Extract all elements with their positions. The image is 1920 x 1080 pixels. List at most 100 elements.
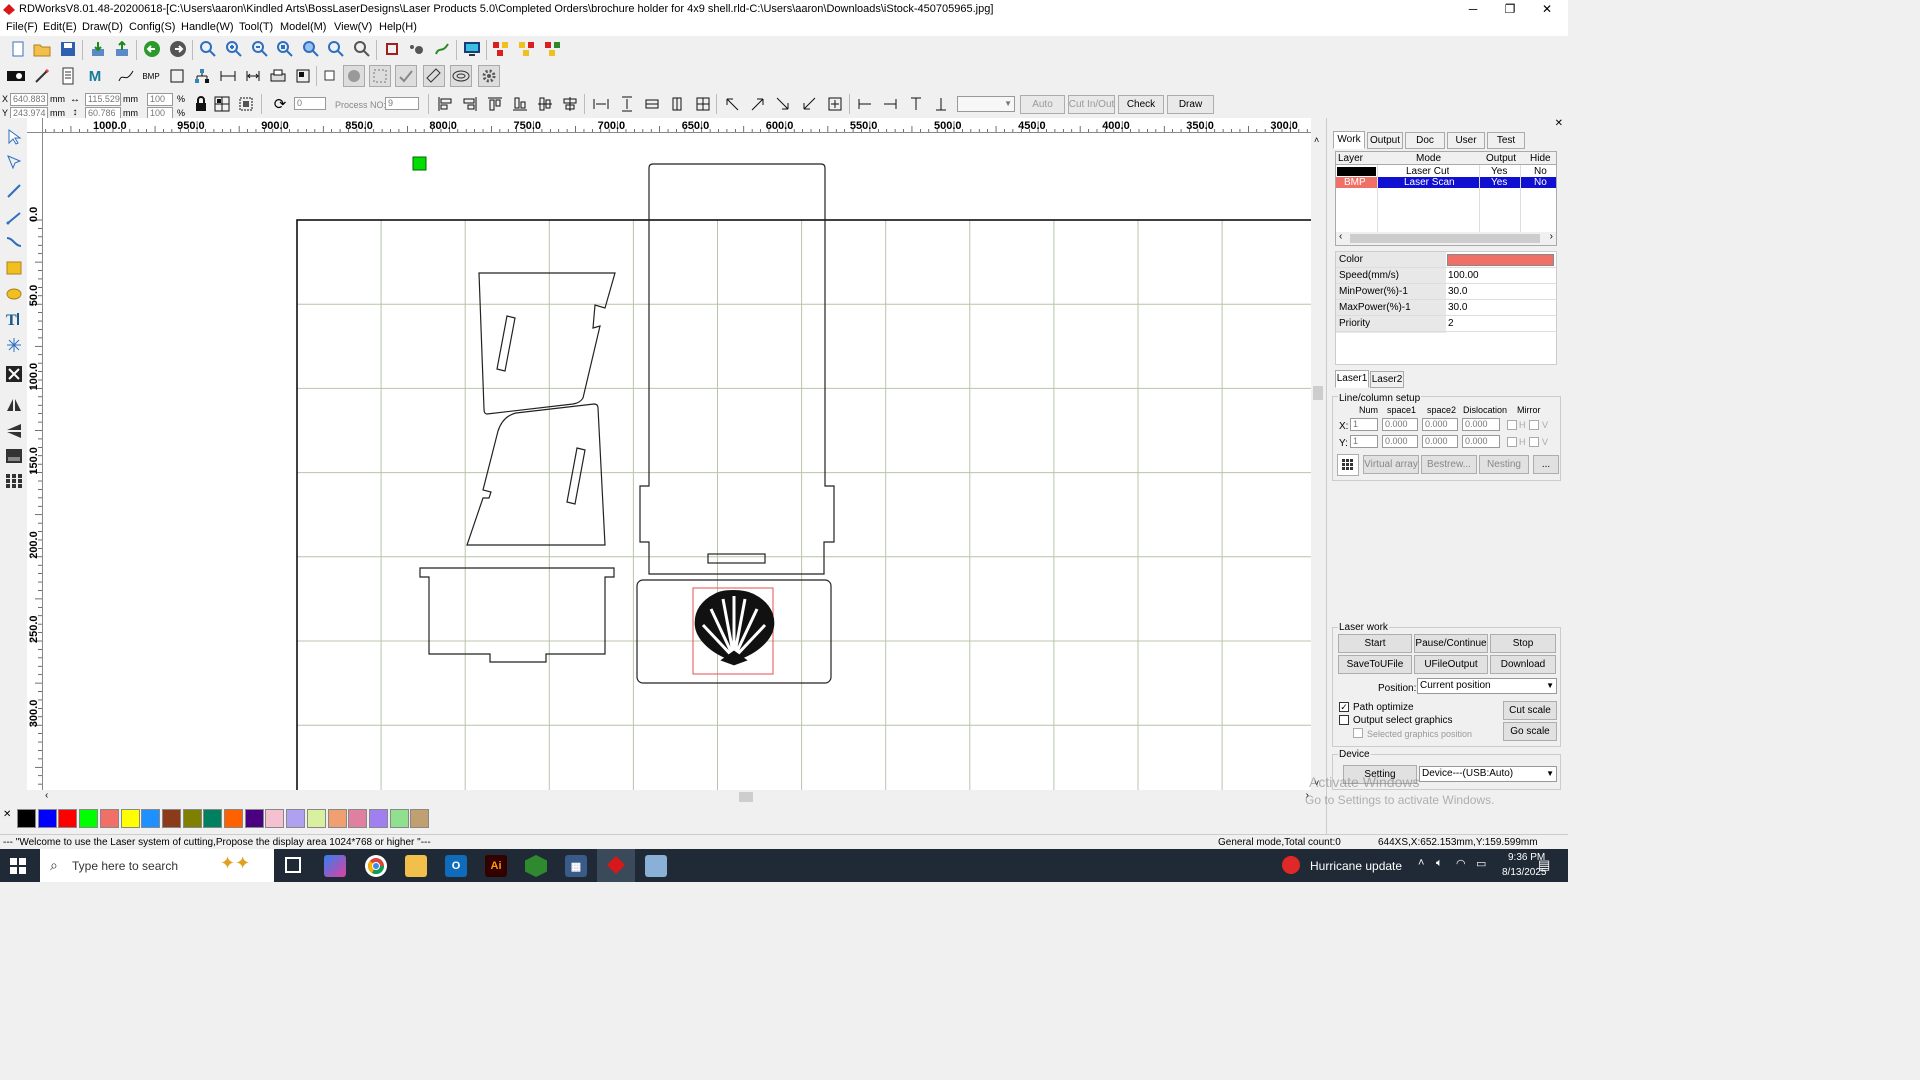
text-tool-icon[interactable]: T xyxy=(3,308,24,329)
notepad-app-icon[interactable] xyxy=(645,855,667,877)
array-x-space1[interactable]: 0.000 xyxy=(1382,418,1418,431)
array-yellow-icon[interactable] xyxy=(517,39,537,59)
prop-priority-value[interactable]: 2 xyxy=(1448,318,1454,329)
check-path-icon[interactable] xyxy=(395,65,417,87)
rotate-icon[interactable]: ⟳ xyxy=(270,94,290,114)
redo-icon[interactable] xyxy=(168,39,188,59)
save-icon[interactable] xyxy=(58,39,78,59)
dock-top-icon[interactable] xyxy=(906,94,926,114)
same-height-icon[interactable] xyxy=(617,94,637,114)
volume-icon[interactable]: 🔈︎ xyxy=(1436,857,1443,870)
tab-doc[interactable]: Doc xyxy=(1405,132,1445,149)
array-x-space2[interactable]: 0.000 xyxy=(1422,418,1458,431)
zoom-page-icon[interactable] xyxy=(275,39,295,59)
scale-x-field[interactable]: 100 xyxy=(147,93,173,106)
position-grid-icon[interactable] xyxy=(212,94,232,114)
path-optimize-checkbox[interactable]: ✓ xyxy=(1339,702,1349,712)
back-panel-shape[interactable] xyxy=(639,163,835,575)
polyline-tool-icon[interactable] xyxy=(3,206,24,227)
zoom-pan-icon[interactable] xyxy=(198,39,218,59)
tab-output[interactable]: Output xyxy=(1367,132,1403,149)
array-mixed-icon[interactable] xyxy=(543,39,563,59)
ufile-output-button[interactable]: UFileOutput xyxy=(1414,655,1488,674)
bitmap-icon[interactable]: BMP xyxy=(141,66,161,86)
print-icon[interactable] xyxy=(268,66,288,86)
download-button[interactable]: Download xyxy=(1490,655,1556,674)
palette-swatch[interactable] xyxy=(120,809,140,828)
task-view-icon[interactable] xyxy=(285,857,301,873)
vertical-space-icon[interactable] xyxy=(667,94,687,114)
cut-in-out-button[interactable]: Cut In/Out xyxy=(1068,95,1115,114)
table-row[interactable]: BMP Laser Scan Yes No xyxy=(1336,177,1556,188)
menu-draw[interactable]: Draw(D) xyxy=(82,21,123,33)
rotate-angle-field[interactable]: 0 xyxy=(294,97,326,110)
menu-tool[interactable]: Tool(T) xyxy=(239,21,273,33)
palette-swatch[interactable] xyxy=(348,809,368,828)
zoom-in-icon[interactable] xyxy=(224,39,244,59)
news-headline[interactable]: Hurricane update xyxy=(1310,859,1402,873)
align-right-icon[interactable] xyxy=(460,94,480,114)
align-top-icon[interactable] xyxy=(485,94,505,114)
offset-icon[interactable] xyxy=(450,65,472,87)
curve-tool-icon[interactable] xyxy=(3,231,24,252)
curve-smooth-icon[interactable] xyxy=(432,39,452,59)
polyline-icon[interactable] xyxy=(116,66,136,86)
menu-help[interactable]: Help(H) xyxy=(379,21,417,33)
scroll-left-icon[interactable]: ‹ xyxy=(45,790,48,801)
scroll-thumb[interactable] xyxy=(1350,234,1540,243)
check-button[interactable]: Check xyxy=(1118,95,1164,114)
lock-ratio-icon[interactable] xyxy=(191,94,211,114)
scroll-up-icon[interactable]: ˄ xyxy=(1314,135,1319,145)
new-file-icon[interactable] xyxy=(8,39,28,59)
array-x-num[interactable]: 1 xyxy=(1350,418,1378,431)
maximize-button[interactable]: ❐ xyxy=(1491,0,1529,19)
menu-edit[interactable]: Edit(E) xyxy=(43,21,77,33)
virtual-array-button[interactable]: Virtual array xyxy=(1363,455,1419,474)
palette-swatch[interactable] xyxy=(58,809,78,828)
green-hex-app-icon[interactable] xyxy=(525,855,547,877)
monitor-icon[interactable] xyxy=(462,39,482,59)
chevron-up-icon[interactable]: ˄ xyxy=(1418,857,1424,869)
layer-select-dropdown[interactable]: ▼ xyxy=(957,96,1015,112)
node-select-icon[interactable] xyxy=(3,151,24,172)
vertical-scrollbar[interactable]: ˄ ˅ xyxy=(1311,133,1325,790)
palette-swatch[interactable] xyxy=(99,809,119,828)
magic-wand-icon[interactable] xyxy=(32,66,52,86)
palette-swatch[interactable] xyxy=(182,809,202,828)
align-vcenter-icon[interactable] xyxy=(560,94,580,114)
x-position-field[interactable]: 640.883 xyxy=(10,93,48,106)
nesting-button[interactable]: Nesting xyxy=(1479,455,1529,474)
select-arrow-icon[interactable] xyxy=(3,126,24,147)
side-panel-bottom[interactable] xyxy=(466,403,606,546)
zoom-window-icon[interactable] xyxy=(352,39,372,59)
array-y-mirror-v[interactable] xyxy=(1529,437,1539,447)
array-y-mirror-h[interactable] xyxy=(1507,437,1517,447)
stop-button[interactable]: Stop xyxy=(1490,634,1556,653)
align-hcenter-icon[interactable] xyxy=(535,94,555,114)
panel-close-icon[interactable]: ✕ xyxy=(1555,118,1563,129)
palette-swatch[interactable] xyxy=(141,809,161,828)
image-tool-icon[interactable] xyxy=(3,445,24,466)
eraser-icon[interactable] xyxy=(423,65,445,87)
grayscale-icon[interactable] xyxy=(343,65,365,87)
palette-swatch[interactable] xyxy=(37,809,57,828)
layer-table-scrollbar[interactable]: ‹ › xyxy=(1336,231,1556,245)
horizontal-scrollbar[interactable]: ‹ › xyxy=(43,790,1311,804)
wifi-icon[interactable]: ◠ xyxy=(1456,857,1466,870)
zoom-data-icon[interactable] xyxy=(326,39,346,59)
palette-swatch[interactable] xyxy=(286,809,306,828)
palette-swatch[interactable] xyxy=(244,809,264,828)
windows-start-icon[interactable] xyxy=(10,858,26,877)
width-field[interactable]: 115.529 xyxy=(85,93,121,106)
dither-icon[interactable] xyxy=(369,65,391,87)
array-x-mirror-v[interactable] xyxy=(1529,420,1539,430)
move-center-icon[interactable] xyxy=(825,94,845,114)
side-panel-top[interactable] xyxy=(478,272,616,415)
move-top-left-icon[interactable] xyxy=(722,94,742,114)
side-panel-bottom-slot[interactable] xyxy=(566,447,586,505)
scroll-right-icon[interactable]: › xyxy=(1550,231,1553,242)
mirror-vertical-icon[interactable] xyxy=(3,419,24,440)
model-m-icon[interactable]: M xyxy=(85,66,105,86)
table-row[interactable]: Laser Cut Yes No xyxy=(1336,166,1556,177)
tab-user[interactable]: User xyxy=(1447,132,1485,149)
